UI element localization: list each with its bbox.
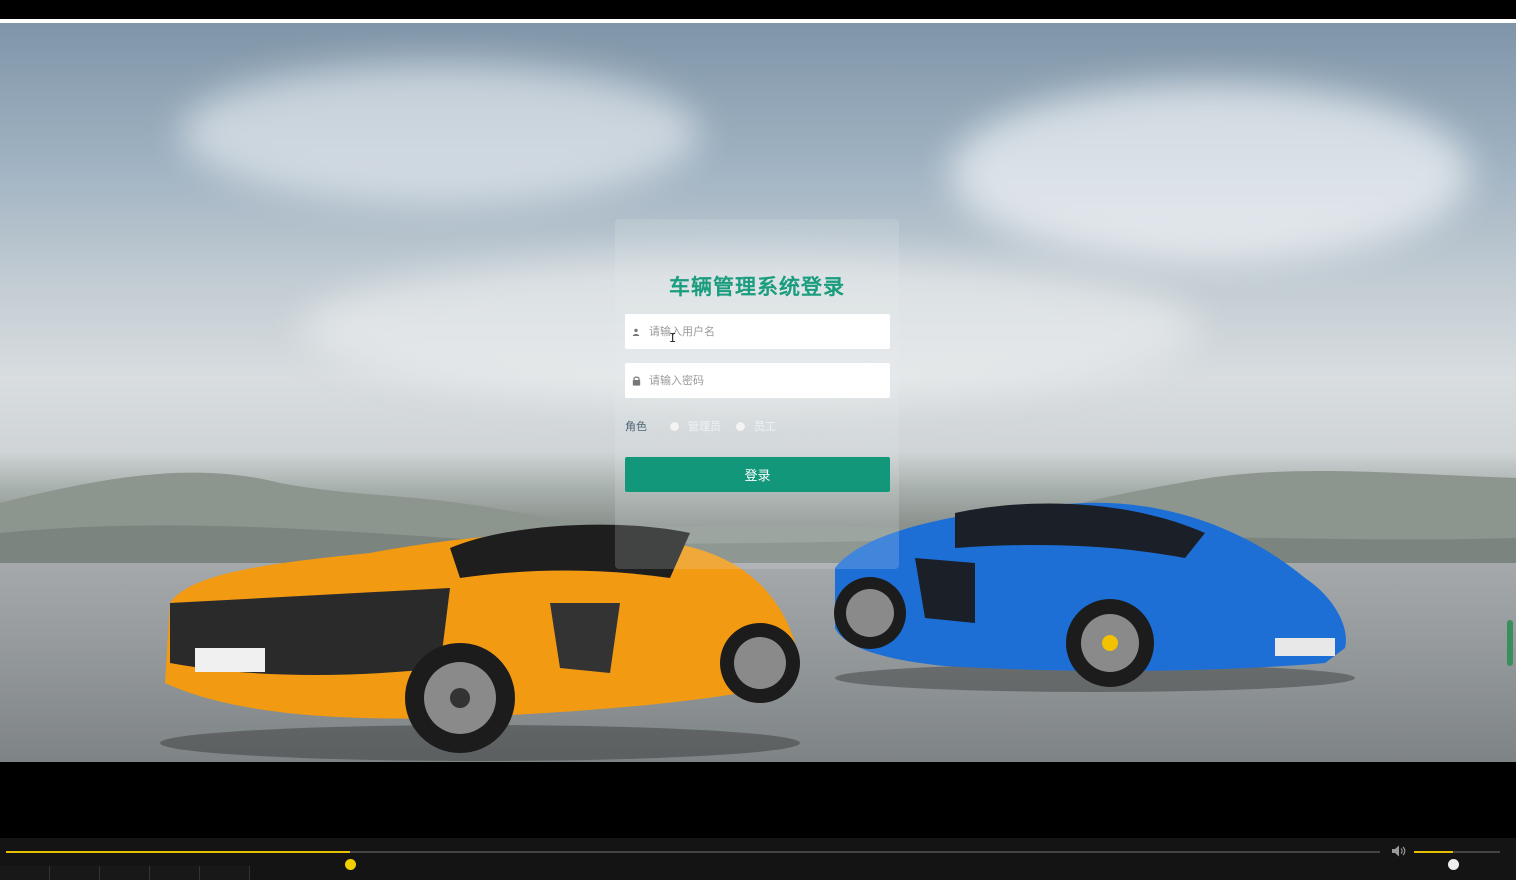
cloud [180, 63, 700, 203]
radio-circle[interactable] [735, 420, 746, 432]
login-title: 车辆管理系统登录 [669, 275, 845, 299]
strip-cell [0, 866, 50, 880]
video-player-window: 车辆管理系统登录 角色 管理员 员工 登录 I [0, 0, 1516, 880]
strip-cell [50, 866, 100, 880]
volume-icon[interactable] [1391, 844, 1407, 858]
page-scrollbar[interactable] [1507, 620, 1513, 666]
strip-cell [150, 866, 200, 880]
blue-sports-car-image [834, 502, 1355, 692]
seek-progress [6, 851, 350, 853]
player-controls [0, 838, 1516, 880]
volume-level [1414, 851, 1453, 853]
radio-circle[interactable] [669, 420, 680, 432]
cloud [950, 83, 1470, 263]
role-option-label: 管理员 [688, 420, 721, 433]
strip-cell [100, 866, 150, 880]
role-option-admin[interactable]: 管理员 [669, 418, 721, 434]
user-icon [625, 328, 647, 336]
volume-slider[interactable] [1414, 851, 1500, 870]
role-option-label: 员工 [754, 420, 776, 433]
player-bottom-strip [0, 866, 1516, 880]
role-option-staff[interactable]: 员工 [735, 418, 776, 434]
strip-cell [200, 866, 250, 880]
password-input[interactable] [647, 373, 881, 388]
role-selector: 角色 管理员 员工 [625, 418, 890, 434]
password-field[interactable] [625, 363, 890, 398]
text-cursor-icon: I [669, 331, 677, 345]
lock-icon [625, 376, 647, 386]
username-input[interactable] [647, 324, 881, 339]
role-label: 角色 [625, 420, 647, 433]
login-panel: 车辆管理系统登录 角色 管理员 员工 登录 [615, 219, 899, 569]
seek-bar[interactable] [6, 851, 1380, 870]
username-field[interactable] [625, 314, 890, 349]
login-button[interactable]: 登录 [625, 457, 890, 492]
